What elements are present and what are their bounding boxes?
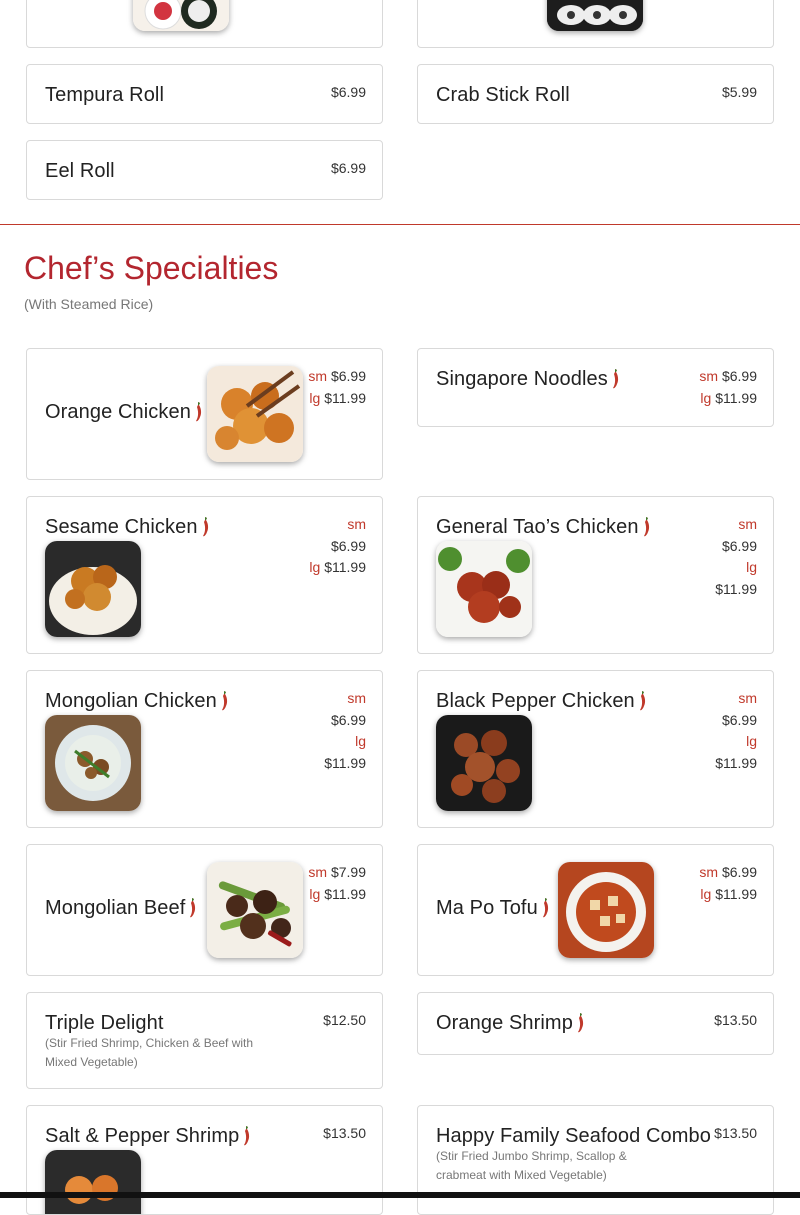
item-price: $6.99 bbox=[330, 84, 366, 100]
item-name: Mongolian Beef bbox=[45, 897, 196, 920]
spicy-pepper-icon bbox=[639, 691, 646, 711]
item-price: $6.99 bbox=[330, 160, 366, 176]
price-large: lg $11.99 bbox=[700, 886, 757, 902]
item-name: Orange Shrimp bbox=[436, 1012, 584, 1035]
spicy-pepper-icon bbox=[195, 402, 202, 422]
item-price: $13.50 bbox=[714, 1125, 757, 1141]
price-large: lg $11.99 bbox=[700, 390, 757, 406]
price-small: $6.99 bbox=[330, 712, 366, 728]
menu-card-sushi-top-left[interactable] bbox=[26, 0, 383, 48]
item-name: Salt & Pepper Shrimp bbox=[45, 1125, 250, 1148]
section-divider bbox=[0, 224, 800, 225]
item-name: General Tao’s Chicken bbox=[436, 516, 650, 539]
menu-card-orange-chicken[interactable]: Orange Chicken sm $6.99 lg $11.99 bbox=[26, 348, 383, 480]
item-name: Orange Chicken bbox=[45, 401, 202, 424]
menu-card-salt-pepper-shrimp[interactable]: Salt & Pepper Shrimp $13.50 bbox=[26, 1105, 383, 1215]
price-small-label: sm bbox=[738, 690, 757, 706]
item-name: Sesame Chicken bbox=[45, 516, 209, 539]
price-large-label: lg bbox=[746, 559, 757, 575]
menu-card-mongolian-beef[interactable]: Mongolian Beef sm $7.99 lg $11.99 bbox=[26, 844, 383, 976]
menu-card-triple-delight[interactable]: Triple Delight (Stir Fried Shrimp, Chick… bbox=[26, 992, 383, 1089]
spicy-pepper-icon bbox=[643, 517, 650, 537]
price-small-label: sm bbox=[738, 516, 757, 532]
price-large: lg $11.99 bbox=[309, 886, 366, 902]
sushi-roll-photo bbox=[133, 0, 229, 31]
price-large-label: lg bbox=[746, 733, 757, 749]
item-description: (Stir Fried Jumbo Shrimp, Scallop & crab… bbox=[436, 1149, 627, 1182]
bottom-edge-bar bbox=[0, 1192, 800, 1198]
spicy-pepper-icon bbox=[542, 898, 549, 918]
price-large-label: lg bbox=[355, 733, 366, 749]
price-small: $6.99 bbox=[330, 538, 366, 554]
item-name: Ma Po Tofu bbox=[436, 897, 549, 920]
price-small-label: sm bbox=[347, 690, 366, 706]
spicy-pepper-icon bbox=[243, 1126, 250, 1146]
spicy-pepper-icon bbox=[189, 898, 196, 918]
price-large: $11.99 bbox=[715, 755, 757, 771]
mongolian-beef-photo bbox=[207, 862, 303, 958]
orange-chicken-photo bbox=[207, 366, 303, 462]
price-large: $11.99 bbox=[324, 755, 366, 771]
item-price: $13.50 bbox=[714, 1012, 757, 1028]
spicy-pepper-icon bbox=[202, 517, 209, 537]
section-subtitle: (With Steamed Rice) bbox=[24, 296, 154, 312]
item-name: Crab Stick Roll bbox=[436, 84, 570, 106]
menu-card-eel-roll[interactable]: Eel Roll $6.99 bbox=[26, 140, 383, 200]
section-title: Chef’s Specialties bbox=[24, 250, 279, 286]
menu-card-orange-shrimp[interactable]: Orange Shrimp $13.50 bbox=[417, 992, 774, 1055]
menu-card-mongolian-chicken[interactable]: Mongolian Chicken sm $6.99 lg $11.99 bbox=[26, 670, 383, 828]
price-small: $6.99 bbox=[721, 538, 757, 554]
item-name: Mongolian Chicken bbox=[45, 690, 228, 713]
item-name: Triple Delight bbox=[45, 1012, 164, 1034]
menu-card-happy-family-seafood-combo[interactable]: Happy Family Seafood Combo (Stir Fried J… bbox=[417, 1105, 774, 1215]
item-name: Eel Roll bbox=[45, 160, 115, 182]
spicy-pepper-icon bbox=[577, 1013, 584, 1033]
price-small: sm $6.99 bbox=[699, 864, 757, 880]
salt-pepper-shrimp-photo bbox=[45, 1150, 141, 1214]
price-small: $6.99 bbox=[721, 712, 757, 728]
menu-card-black-pepper-chicken[interactable]: Black Pepper Chicken sm $6.99 lg $11.99 bbox=[417, 670, 774, 828]
sesame-chicken-photo bbox=[45, 541, 141, 637]
item-price: $12.50 bbox=[323, 1012, 366, 1028]
item-description: (Stir Fried Shrimp, Chicken & Beef with … bbox=[45, 1036, 254, 1069]
item-name: Black Pepper Chicken bbox=[436, 690, 646, 713]
mongolian-chicken-photo bbox=[45, 715, 141, 811]
menu-card-tempura-roll[interactable]: Tempura Roll $6.99 bbox=[26, 64, 383, 124]
sushi-roll-photo bbox=[547, 0, 643, 31]
menu-card-sesame-chicken[interactable]: Sesame Chicken sm $6.99 lg $11.99 bbox=[26, 496, 383, 654]
menu-card-sushi-top-right[interactable] bbox=[417, 0, 774, 48]
black-pepper-chicken-photo bbox=[436, 715, 532, 811]
price-small: sm $6.99 bbox=[308, 368, 366, 384]
menu-card-ma-po-tofu[interactable]: Ma Po Tofu sm $6.99 lg $11.99 bbox=[417, 844, 774, 976]
price-small-label: sm bbox=[347, 516, 366, 532]
spicy-pepper-icon bbox=[612, 369, 619, 389]
menu-card-crab-stick-roll[interactable]: Crab Stick Roll $5.99 bbox=[417, 64, 774, 124]
item-name: Tempura Roll bbox=[45, 84, 165, 106]
price-large: $11.99 bbox=[715, 581, 757, 597]
menu-card-general-taos-chicken[interactable]: General Tao’s Chicken sm $6.99 lg $11.99 bbox=[417, 496, 774, 654]
general-taos-chicken-photo bbox=[436, 541, 532, 637]
price-large: lg $11.99 bbox=[309, 559, 366, 575]
price-small: sm $7.99 bbox=[308, 864, 366, 880]
item-price: $5.99 bbox=[721, 84, 757, 100]
item-name: Happy Family Seafood Combo bbox=[436, 1125, 711, 1147]
item-name: Singapore Noodles bbox=[436, 368, 619, 391]
menu-card-singapore-noodles[interactable]: Singapore Noodles sm $6.99 lg $11.99 bbox=[417, 348, 774, 427]
price-small: sm $6.99 bbox=[699, 368, 757, 384]
price-large: lg $11.99 bbox=[309, 390, 366, 406]
item-price: $13.50 bbox=[323, 1125, 366, 1141]
spicy-pepper-icon bbox=[221, 691, 228, 711]
ma-po-tofu-photo bbox=[558, 862, 654, 958]
